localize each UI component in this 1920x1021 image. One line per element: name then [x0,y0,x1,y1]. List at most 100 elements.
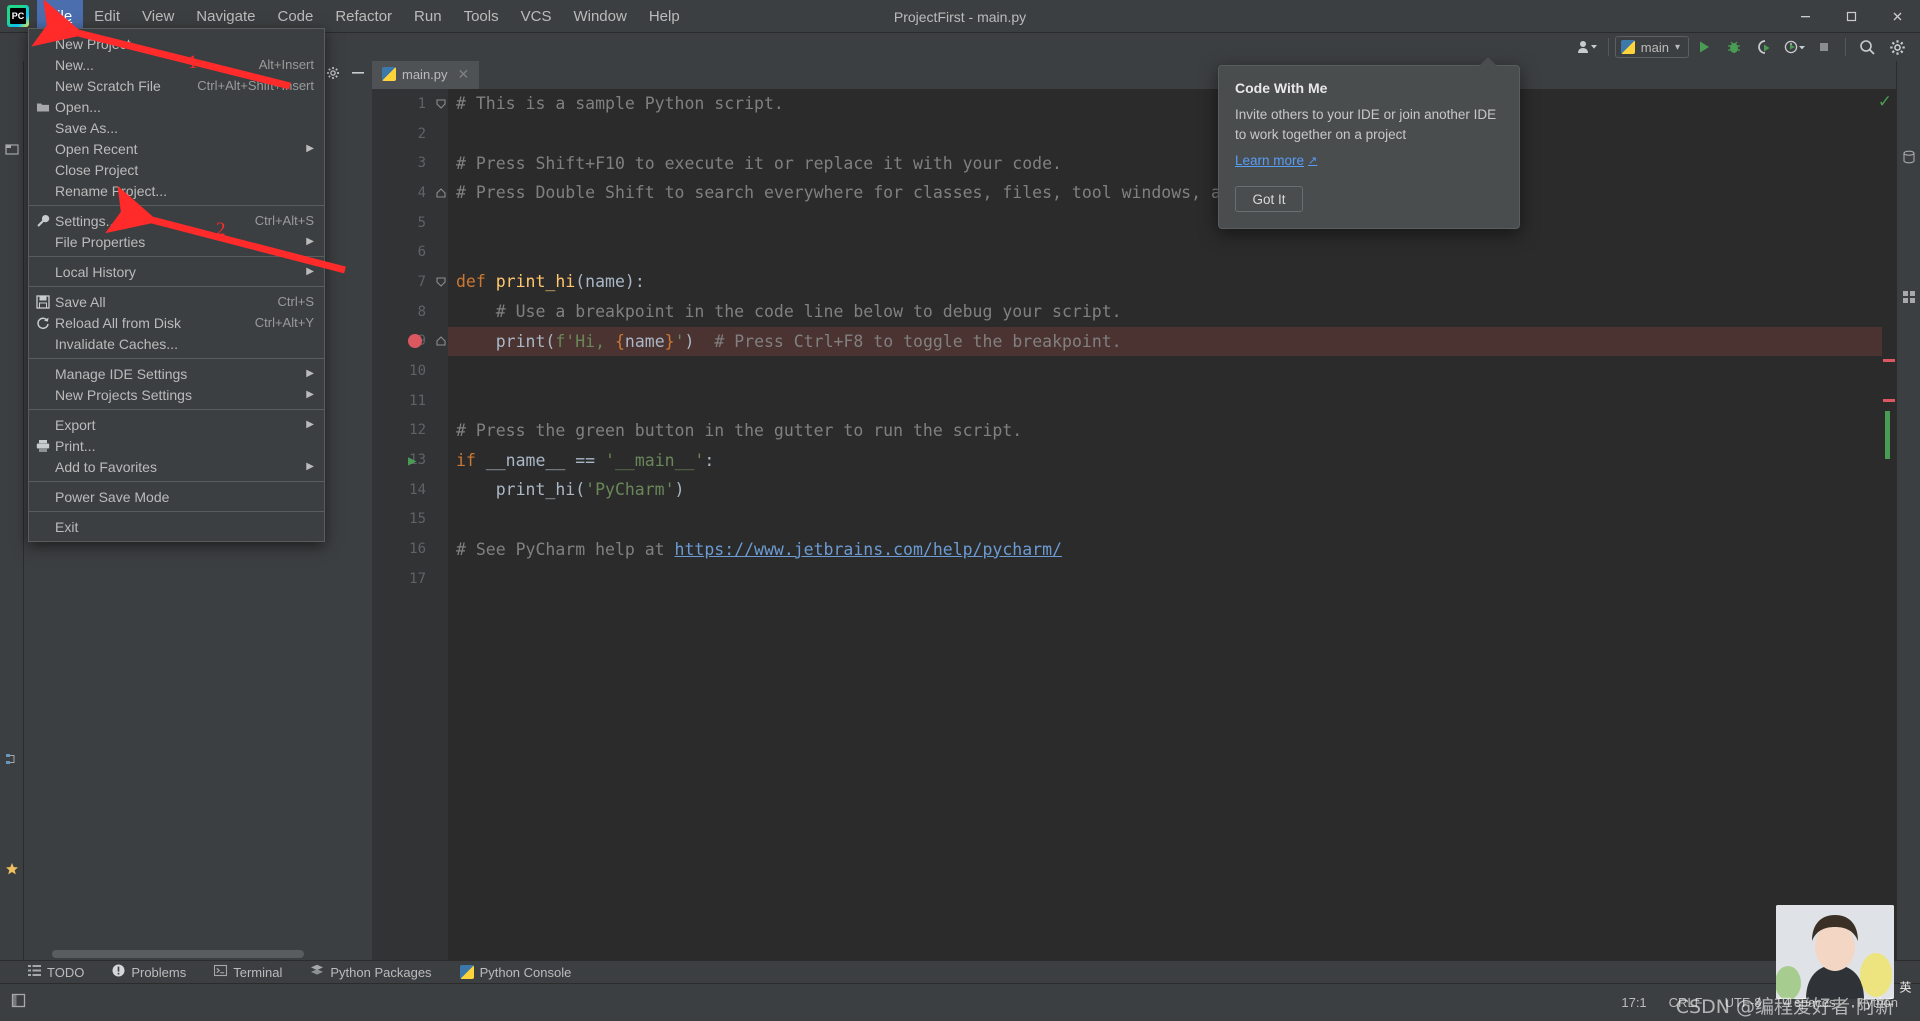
line-number[interactable]: ▶ 13 [372,445,434,475]
close-icon[interactable]: ✕ [458,66,470,83]
fold-marker[interactable] [434,178,448,208]
menu-item-manage-ide-settings[interactable]: Manage IDE Settings ▶ [29,363,324,384]
menu-item-exit[interactable]: Exit [29,516,324,537]
line-number-gutter[interactable]: 123456789101112▶1314151617 [372,89,434,961]
menu-item-print[interactable]: Print... [29,435,324,456]
left-tool-strip[interactable]: Project Structure Favorites [0,61,24,961]
bottom-item-python-packages[interactable]: Python Packages [296,961,445,984]
menu-item-new-projects-settings[interactable]: New Projects Settings ▶ [29,384,324,405]
project-panel-hscrollbar[interactable] [52,950,392,958]
profile-button[interactable] [1779,34,1809,60]
sciview-icon[interactable] [1901,289,1917,305]
learn-more-link[interactable]: Learn more ↗ [1235,153,1317,168]
line-number[interactable]: 5 [372,208,434,238]
gear-icon[interactable] [326,66,340,83]
menu-item-close-project[interactable]: Close Project [29,159,324,180]
line-number[interactable]: 7 [372,267,434,297]
line-number[interactable]: 17 [372,564,434,594]
run-button[interactable] [1689,34,1719,60]
run-configuration-selector[interactable]: main ▾ [1614,36,1689,58]
code-editor[interactable]: 123456789101112▶1314151617 # This is a s… [372,89,1896,961]
menu-item-new-project[interactable]: New Project... [29,33,324,54]
code-line[interactable] [448,386,1896,416]
line-number[interactable]: 10 [372,356,434,386]
line-number[interactable]: 6 [372,237,434,267]
error-marker[interactable] [1883,399,1895,402]
line-number[interactable]: 1 [372,89,434,119]
line-number[interactable]: 11 [372,386,434,416]
code-line[interactable] [448,505,1896,535]
code-line[interactable] [448,208,1896,238]
bottom-item-terminal[interactable]: Terminal [200,961,296,984]
minimize-button[interactable] [1782,0,1828,33]
editor-tab-bar[interactable]: main.py ✕ [372,61,1896,89]
project-icon[interactable] [4,141,20,157]
code-line[interactable]: print_hi('PyCharm') [448,475,1896,505]
menu-item-invalidate-caches[interactable]: Invalidate Caches... [29,333,324,354]
code-line[interactable] [448,119,1896,149]
code-line[interactable] [448,356,1896,386]
menu-item-reload-all-from-disk[interactable]: Reload All from Disk Ctrl+Alt+Y [29,312,324,333]
menu-tools[interactable]: Tools [453,0,510,33]
menu-item-rename-project[interactable]: Rename Project... [29,180,324,201]
menu-item-open-recent[interactable]: Open Recent ▶ [29,138,324,159]
line-number[interactable]: 2 [372,119,434,149]
menu-window[interactable]: Window [562,0,637,33]
right-tool-strip[interactable]: Database SciView [1881,61,1920,961]
code-line[interactable]: # Press Double Shift to search everywher… [448,178,1896,208]
code-line[interactable]: # See PyCharm help at https://www.jetbra… [448,534,1896,564]
menu-item-settings[interactable]: Settings... Ctrl+Alt+S [29,210,324,231]
code-line[interactable]: # Press Shift+F10 to execute it or repla… [448,148,1896,178]
code-content[interactable]: # This is a sample Python script. # Press… [448,89,1896,961]
code-line[interactable] [448,564,1896,594]
structure-icon[interactable] [4,751,20,767]
line-number[interactable]: 16 [372,534,434,564]
editor-marker-track[interactable] [1882,89,1896,961]
stop-button[interactable] [1809,34,1839,60]
menu-item-local-history[interactable]: Local History ▶ [29,261,324,282]
bottom-item-todo[interactable]: TODO [0,961,98,984]
code-line[interactable]: def print_hi (name): [448,267,1896,297]
code-line[interactable] [448,237,1896,267]
search-everywhere-button[interactable] [1852,34,1882,60]
line-number[interactable]: 4 [372,178,434,208]
minimize-icon[interactable] [350,66,366,83]
bottom-item-problems[interactable]: Problems [98,961,200,984]
line-number[interactable]: 12 [372,416,434,446]
line-number[interactable]: 15 [372,505,434,535]
menu-item-save-as[interactable]: Save As... [29,117,324,138]
tab-main-py[interactable]: main.py ✕ [372,61,480,89]
run-with-coverage-button[interactable] [1749,34,1779,60]
toolbar-actions[interactable]: main ▾ [1572,33,1912,61]
line-number[interactable]: 3 [372,148,434,178]
fold-marker[interactable] [434,89,448,119]
menu-item-export[interactable]: Export ▶ [29,414,324,435]
code-line[interactable]: # This is a sample Python script. [448,89,1896,119]
menu-item-new[interactable]: New... Alt+Insert [29,54,324,75]
got-it-button[interactable]: Got It [1235,186,1303,212]
fold-marker[interactable] [434,327,448,357]
show-tool-windows-button[interactable] [0,992,27,1014]
close-button[interactable] [1874,0,1920,33]
code-link[interactable]: https://www.jetbrains.com/help/pycharm/ [675,540,1062,559]
menu-item-power-save-mode[interactable]: Power Save Mode [29,486,324,507]
menu-vcs[interactable]: VCS [510,0,563,33]
settings-button[interactable] [1882,34,1912,60]
line-number[interactable]: 9 [372,327,434,357]
star-icon[interactable] [4,861,20,877]
menu-run[interactable]: Run [403,0,453,33]
maximize-button[interactable] [1828,0,1874,33]
file-menu-dropdown[interactable]: New Project... New... Alt+Insert New Scratc… [28,28,325,542]
code-line[interactable]: # Press the green button in the gutter t… [448,416,1896,446]
code-with-me-button[interactable] [1572,34,1602,60]
menu-item-save-all[interactable]: Save All Ctrl+S [29,291,324,312]
menu-item-add-to-favorites[interactable]: Add to Favorites ▶ [29,456,324,477]
window-controls[interactable] [1782,0,1920,33]
fold-marker[interactable] [434,267,448,297]
menu-item-new-scratch-file[interactable]: New Scratch File Ctrl+Alt+Shift+Insert [29,75,324,96]
line-number[interactable]: 14 [372,475,434,505]
debug-button[interactable] [1719,34,1749,60]
code-line[interactable]: print(f'Hi, {name} ') # Press Ctrl+F8 to … [448,326,1896,357]
menu-help[interactable]: Help [638,0,691,33]
menu-item-file-properties[interactable]: File Properties ▶ [29,231,324,252]
